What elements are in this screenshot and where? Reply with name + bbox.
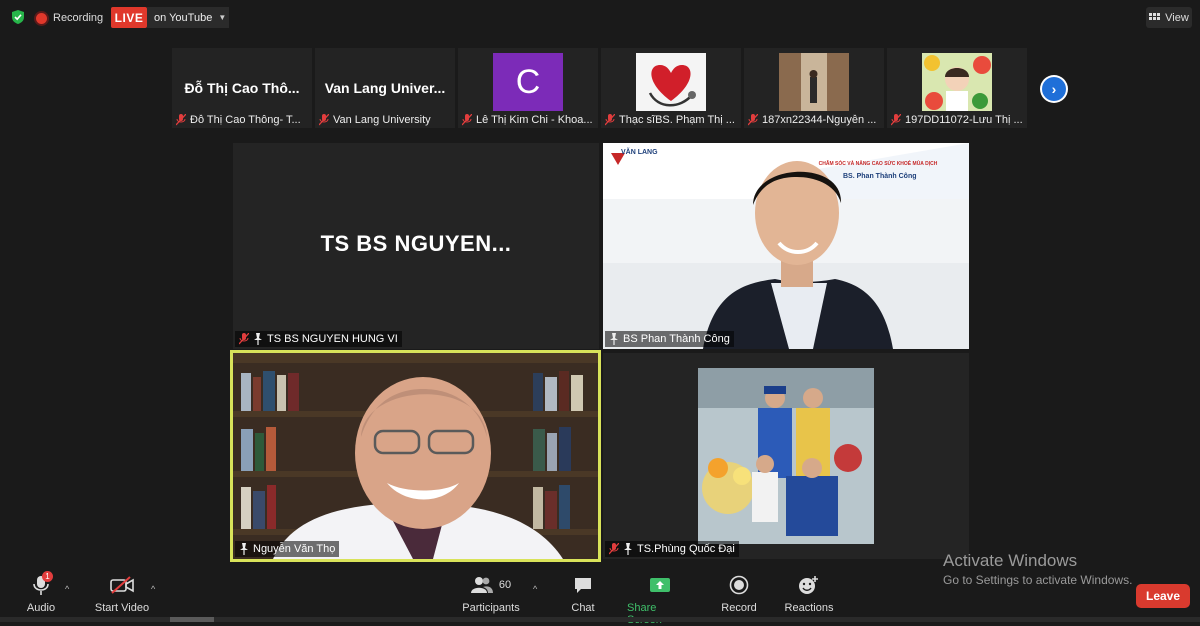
participants-options-caret-icon[interactable]: ^ (533, 584, 537, 594)
participant-label: Lê Thị Kim Chi - Khoa... (458, 112, 598, 128)
participant-display-name: Đỗ Thị Cao Thô... (184, 80, 300, 96)
participants-button[interactable]: 60 Participants (460, 574, 522, 614)
taskbar-strip (0, 617, 1200, 622)
mic-muted-icon (319, 114, 329, 126)
chat-label: Chat (571, 602, 595, 614)
participant-label: BS Phan Thành Công (605, 331, 734, 347)
participant-label: Nguyễn Văn Thọ (235, 541, 340, 557)
activate-windows-title: Activate Windows (943, 551, 1078, 570)
taskbar-segment (170, 617, 214, 622)
participants-count: 60 (498, 579, 512, 591)
banner-speaker-name: BS. Phan Thành Công (843, 173, 917, 180)
recording-indicator[interactable]: Recording (36, 9, 103, 27)
recording-label: Recording (53, 12, 104, 24)
mic-muted-icon (605, 114, 615, 126)
security-shield-icon[interactable] (12, 10, 24, 24)
video-tile-active-speaker[interactable]: Nguyễn Văn Thọ (230, 350, 601, 562)
activate-windows-subtitle: Go to Settings to activate Windows. (943, 573, 1133, 587)
live-stream-dropdown[interactable]: on YouTube ▼ (147, 7, 229, 28)
pin-icon (240, 543, 248, 555)
start-video-button[interactable]: Start Video (94, 574, 150, 614)
audio-alert-badge: 1 (42, 571, 53, 582)
participant-display-name: TS BS NGUYEN... (320, 231, 512, 256)
mic-muted-icon (176, 114, 186, 126)
participant-thumbnail[interactable]: Van Lang Univer... Van Lang University (315, 48, 455, 128)
grid-view-icon (1149, 12, 1161, 20)
live-badge[interactable]: LIVE (111, 7, 147, 28)
record-label: Record (721, 602, 757, 614)
participant-thumbnail[interactable]: 187xn22344-Nguyễn ... (744, 48, 884, 128)
profile-photo-family (698, 368, 874, 544)
participant-label: TS BS NGUYEN HUNG VI (235, 331, 402, 347)
share-screen-label: Share Screen (627, 602, 662, 626)
mic-muted-icon (891, 114, 901, 126)
video-tile[interactable]: VĂN LANG CHĂM SÓC VÀ NÂNG CAO SỨC KHOẺ M… (603, 143, 969, 349)
profile-photo-flowers (922, 53, 992, 111)
participants-icon (470, 577, 493, 593)
audio-label: Audio (26, 602, 56, 614)
participant-display-name: Van Lang Univer... (324, 80, 446, 96)
mic-muted-icon (609, 543, 619, 555)
record-icon (729, 575, 749, 595)
participant-label: 197DD11072-Lưu Thị ... (887, 112, 1027, 128)
video-tile[interactable]: TS.Phùng Quốc Đại (603, 353, 969, 559)
chat-button[interactable]: Chat (568, 574, 598, 614)
pin-icon (624, 543, 632, 555)
banner-title: CHĂM SÓC VÀ NÂNG CAO SỨC KHOẺ MÙA DỊCH (818, 161, 938, 167)
stream-target-label: on YouTube (154, 11, 213, 24)
participant-label: 187xn22344-Nguyễn ... (744, 112, 884, 128)
video-tile[interactable]: TS BS NGUYEN... TS BS NGUYEN HUNG VI (233, 143, 599, 349)
view-label: View (1165, 11, 1189, 24)
chevron-right-icon: › (1042, 77, 1066, 101)
participant-thumbnail[interactable]: C Lê Thị Kim Chi - Khoa... (458, 48, 598, 128)
mic-muted-icon (748, 114, 758, 126)
video-options-caret-icon[interactable]: ^ (151, 584, 155, 594)
share-screen-icon (650, 578, 670, 592)
banner-school: VĂN LANG (621, 149, 658, 156)
recording-dot-icon (36, 12, 47, 24)
profile-photo-alley (779, 53, 849, 111)
participant-video-feed (233, 353, 598, 559)
participant-thumbnail[interactable]: 197DD11072-Lưu Thị ... (887, 48, 1027, 128)
record-button[interactable]: Record (720, 574, 758, 614)
leave-button[interactable]: Leave (1136, 584, 1190, 608)
participant-label: Đỗ Thị Cao Thông- T... (172, 112, 312, 128)
reactions-button[interactable]: Reactions (784, 574, 834, 614)
participant-label: TS.Phùng Quốc Đại (605, 541, 739, 557)
mic-muted-icon (239, 333, 249, 345)
avatar: C (493, 53, 563, 111)
pin-icon (254, 333, 262, 345)
pin-icon (610, 333, 618, 345)
video-off-icon (110, 576, 134, 594)
participant-thumbnail[interactable]: Thạc sĩBS. Phạm Thị ... (601, 48, 741, 128)
mic-muted-icon (462, 114, 472, 126)
profile-photo-heart-stethoscope (636, 53, 706, 111)
audio-options-caret-icon[interactable]: ^ (65, 584, 69, 594)
participant-label: Thạc sĩBS. Phạm Thị ... (601, 112, 741, 128)
chevron-down-icon: ▼ (218, 13, 227, 22)
audio-button[interactable]: 1 Audio (24, 571, 58, 614)
view-button[interactable]: View (1146, 7, 1192, 28)
next-page-button[interactable]: › (1040, 75, 1068, 103)
reactions-smiley-icon (799, 576, 818, 594)
reactions-label: Reactions (784, 602, 834, 614)
participants-label: Participants (462, 602, 520, 614)
start-video-label: Start Video (94, 602, 150, 614)
participant-thumbnail[interactable]: Đỗ Thị Cao Thô... Đỗ Thị Cao Thông- T... (172, 48, 312, 128)
chat-icon (575, 578, 591, 593)
participant-label: Van Lang University (315, 112, 455, 128)
